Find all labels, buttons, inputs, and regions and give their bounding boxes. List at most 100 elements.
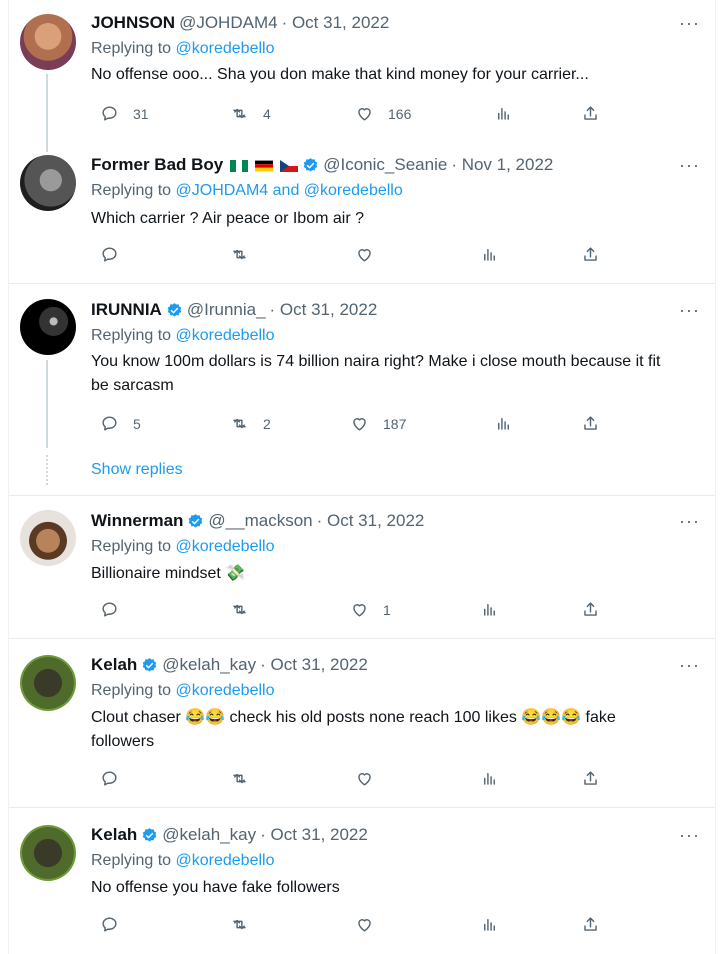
tweet-date[interactable]: · Oct 31, 2022 <box>260 655 368 675</box>
views-button[interactable] <box>480 600 499 619</box>
action-bar <box>91 769 603 791</box>
reply-button[interactable] <box>100 245 119 264</box>
views-button[interactable] <box>480 769 499 788</box>
display-name[interactable]: JOHNSON <box>91 13 175 33</box>
replying-to: Replying to @koredebello <box>91 327 274 345</box>
share-button[interactable] <box>581 915 600 934</box>
avatar[interactable] <box>20 155 76 211</box>
mention-link[interactable]: @koredebello <box>176 852 275 869</box>
reply-button[interactable]: 31 <box>100 104 149 123</box>
tweet-date[interactable]: · Nov 1, 2022 <box>451 155 553 175</box>
user-handle[interactable]: @Irunnia_ <box>187 300 266 320</box>
mention-link[interactable]: @JOHDAM4 and @koredebello <box>176 182 403 199</box>
display-name[interactable]: Winnerman <box>91 511 183 531</box>
share-button[interactable] <box>581 769 600 788</box>
reply-button[interactable] <box>100 915 119 934</box>
tweet-date[interactable]: · Oct 31, 2022 <box>260 825 368 845</box>
retweet-button[interactable] <box>230 600 249 619</box>
mention-link[interactable]: @koredebello <box>176 538 275 555</box>
verified-badge-icon <box>302 157 319 174</box>
display-name[interactable]: Kelah <box>91 655 137 675</box>
retweet-count: 2 <box>263 415 271 432</box>
share-button[interactable] <box>581 600 600 619</box>
tweet-text: Which carrier ? Air peace or Ibom air ? <box>91 210 364 227</box>
reply-count: 5 <box>133 415 141 432</box>
more-icon[interactable]: ··· <box>679 511 700 532</box>
tweet-date[interactable]: · Oct 31, 2022 <box>270 300 378 320</box>
display-name[interactable]: Former Bad Boy <box>91 155 223 175</box>
user-handle[interactable]: @kelah_kay <box>162 655 256 675</box>
avatar[interactable] <box>20 14 76 70</box>
like-icon <box>355 915 374 934</box>
like-button[interactable]: 187 <box>350 414 406 433</box>
show-replies-link[interactable]: Show replies <box>91 461 183 479</box>
avatar[interactable] <box>20 825 76 881</box>
like-button[interactable] <box>355 769 374 788</box>
retweet-button[interactable]: 2 <box>230 414 271 433</box>
mention-link[interactable]: @koredebello <box>176 40 275 57</box>
avatar[interactable] <box>20 510 76 566</box>
like-button[interactable] <box>355 915 374 934</box>
reply-button[interactable] <box>100 600 119 619</box>
views-button[interactable] <box>494 414 513 433</box>
share-icon <box>581 769 600 788</box>
retweet-icon <box>230 104 249 123</box>
display-name[interactable]: Kelah <box>91 825 137 845</box>
flag-czech-icon <box>277 155 299 175</box>
views-button[interactable] <box>480 245 499 264</box>
share-button[interactable] <box>581 245 600 264</box>
replying-to-label: Replying to <box>91 182 176 199</box>
reply-count: 31 <box>133 105 149 122</box>
user-handle[interactable]: @__mackson <box>208 511 312 531</box>
more-icon[interactable]: ··· <box>679 300 700 321</box>
retweet-button[interactable] <box>230 915 249 934</box>
like-button[interactable] <box>355 245 374 264</box>
retweet-icon <box>230 600 249 619</box>
like-icon <box>355 245 374 264</box>
retweet-icon <box>230 769 249 788</box>
verified-badge-icon <box>166 302 183 319</box>
mention-link[interactable]: @koredebello <box>176 327 275 344</box>
more-icon[interactable]: ··· <box>679 155 700 176</box>
views-button[interactable] <box>480 915 499 934</box>
user-handle[interactable]: @kelah_kay <box>162 825 256 845</box>
views-icon <box>480 769 499 788</box>
tweet-text: Clout chaser 😂😂 check his old posts none… <box>91 709 616 750</box>
tweet-date[interactable]: · Oct 31, 2022 <box>317 511 425 531</box>
retweet-icon <box>230 245 249 264</box>
more-icon[interactable]: ··· <box>679 13 700 34</box>
avatar[interactable] <box>20 299 76 355</box>
display-name[interactable]: IRUNNIA <box>91 300 162 320</box>
like-icon <box>350 600 369 619</box>
avatar[interactable] <box>20 655 76 711</box>
replying-to-label: Replying to <box>91 538 176 555</box>
action-bar <box>91 245 603 267</box>
more-icon[interactable]: ··· <box>679 655 700 676</box>
verified-badge-icon <box>187 513 204 530</box>
verified-badge-icon <box>141 657 158 674</box>
reply-icon <box>100 769 119 788</box>
share-icon <box>581 600 600 619</box>
share-button[interactable] <box>581 104 600 123</box>
retweet-button[interactable]: 4 <box>230 104 271 123</box>
like-button[interactable]: 1 <box>350 600 391 619</box>
user-handle[interactable]: @JOHDAM4 <box>179 13 278 33</box>
share-icon <box>581 104 600 123</box>
reply-icon <box>100 915 119 934</box>
reply-icon <box>100 600 119 619</box>
share-button[interactable] <box>581 414 600 433</box>
like-count: 1 <box>383 601 391 618</box>
divider <box>9 638 715 639</box>
tweet-date[interactable]: · Oct 31, 2022 <box>282 13 390 33</box>
retweet-button[interactable] <box>230 769 249 788</box>
retweet-button[interactable] <box>230 245 249 264</box>
reply-button[interactable]: 5 <box>100 414 141 433</box>
like-button[interactable]: 166 <box>355 104 411 123</box>
views-button[interactable] <box>494 104 513 123</box>
more-icon[interactable]: ··· <box>679 825 700 846</box>
replying-to-label: Replying to <box>91 40 176 57</box>
user-handle[interactable]: @Iconic_Seanie <box>323 155 447 175</box>
action-bar: 5 2 187 <box>91 414 603 436</box>
mention-link[interactable]: @koredebello <box>176 682 275 699</box>
reply-button[interactable] <box>100 769 119 788</box>
